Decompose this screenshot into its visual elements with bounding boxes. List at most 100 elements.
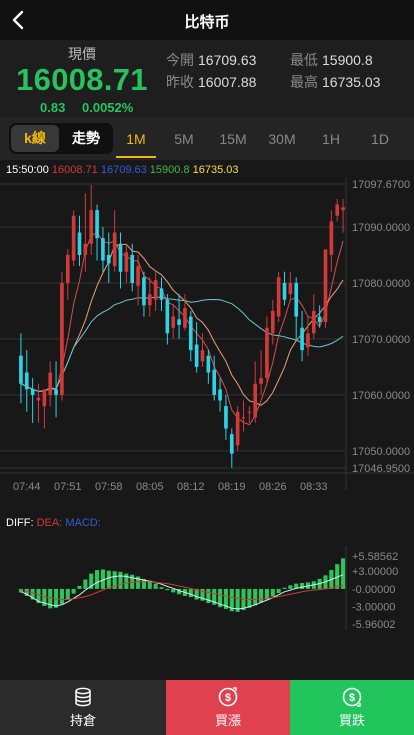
y-tick-label: 17090.0000 [352,222,410,234]
chart-type-toggle: k線 走勢 [9,123,113,154]
candle-body [24,372,29,390]
macd-histogram-bar [83,579,88,589]
candle-body [165,299,170,334]
candle-body [270,310,275,334]
price-change: 0.83 [40,100,66,115]
candle-body [183,308,187,328]
macd-histogram-bar [288,585,293,589]
candle-body [282,282,287,300]
info-close: 16008.71 [51,164,98,176]
macd-histogram-bar [71,588,76,594]
candle-body [188,316,193,351]
coins-icon [75,687,91,707]
candle-body [95,210,99,239]
x-tick-label: 08:19 [218,481,246,493]
candle-body [306,333,310,348]
positions-label: 持倉 [69,713,96,728]
macd-y-tick-label: -5.96002 [352,619,395,630]
tab-kline[interactable]: k線 [11,125,59,152]
macd-histogram-bar [270,588,275,597]
buy-up-label: 買漲 [214,713,241,728]
macd-histogram-bar [341,558,346,589]
svg-text:$: $ [225,692,231,704]
chart-tabs: k線 走勢 1M 5M 15M 30M 1H 1D [0,118,414,160]
x-tick-label: 07:58 [95,481,123,493]
tab-interval-5m[interactable]: 5M [164,131,204,147]
macd-histogram-bar [188,588,193,598]
candle-body [294,282,299,317]
tab-interval-15m[interactable]: 15M [213,131,253,147]
stat-prev-close: 昨收 16007.88 [166,74,257,90]
macd-histogram-bar [95,570,100,589]
candle-body [224,406,228,429]
positions-button[interactable]: 持倉 [0,680,166,735]
y-tick-label: 17097.6700 [352,179,410,191]
y-tick-label: 17060.0000 [352,390,410,402]
candle-body [329,221,334,255]
y-tick-label: 17080.0000 [352,278,410,290]
current-price: 16008.71 [16,62,148,97]
candle-body [265,327,269,379]
candle-body [153,280,158,300]
tab-trend[interactable]: 走勢 [61,125,111,152]
quote-panel: 現價 16008.71 0.83 0.0052% 今開 16709.63 最低 15… [0,40,414,118]
candle-body [241,417,246,419]
candle-body [19,355,23,384]
tab-interval-1h[interactable]: 1H [311,131,351,147]
svg-text:$: $ [349,692,355,704]
stat-open: 今開 16709.63 [166,52,257,68]
candle-body [335,204,340,216]
macd-histogram-bar [253,588,258,606]
macd-y-tick-label: -0.00000 [352,584,395,596]
candle-body [300,327,304,351]
candle-body [288,282,293,295]
macd-chart[interactable]: +5.58562 +3.00000 -0.00000 -3.00000 -5.96002 [0,546,414,630]
candlestick-chart[interactable]: 17097.6700 17090.0000 17080.0000 17070.0000… [0,178,414,508]
page-title: 比特币 [184,14,230,31]
candle-body [30,389,35,395]
dollar-up-icon: $ [218,687,238,707]
macd-legend: DIFF: DEA: MACD: [6,517,101,529]
macd-histogram-bar [300,583,305,589]
x-tick-label: 08:05 [136,481,164,493]
macd-histogram-bar [276,588,281,594]
candle-body [206,355,211,373]
tab-interval-1d[interactable]: 1D [360,131,400,147]
macd-histogram-bar [77,585,82,589]
candle-body [36,397,41,401]
macd-histogram-bar [259,588,264,603]
candle-body [54,389,58,395]
x-tick-label: 08:26 [259,481,287,493]
candle-body [136,266,140,286]
candle-body [253,383,258,418]
y-tick-label: 17070.0000 [352,334,410,346]
candle-body [48,372,53,395]
stat-high: 最高 16735.03 [290,74,381,90]
candle-body [77,232,82,255]
price-change-percent: 0.0052% [82,100,134,115]
candle-body [229,434,234,454]
candle-body [112,232,117,267]
candle-body [171,316,176,328]
active-interval-indicator [116,156,156,158]
tab-interval-1m[interactable]: 1M [116,131,156,147]
candle-body [218,389,222,401]
price-label: 現價 [68,46,96,62]
tab-interval-30m[interactable]: 30M [262,131,302,147]
macd-histogram-bar [165,588,170,591]
candle-body [101,238,105,261]
macd-histogram-bar [59,588,64,605]
macd-y-tick-label: +3.00000 [352,566,398,578]
info-open: 16709.63 [100,164,147,176]
buy-down-label: 買跌 [338,713,365,728]
buy-up-button[interactable]: $ 買漲 [166,680,290,735]
candle-body [317,316,322,323]
candle-body [212,369,217,395]
y-tick-label: 17050.0000 [352,446,410,458]
buy-down-button[interactable]: $ 買跌 [290,680,414,735]
candle-body [83,243,88,255]
x-tick-label: 08:12 [177,481,205,493]
macd-histogram-bar [153,583,158,589]
macd-histogram-bar [247,588,252,608]
macd-histogram-bar [65,588,70,600]
